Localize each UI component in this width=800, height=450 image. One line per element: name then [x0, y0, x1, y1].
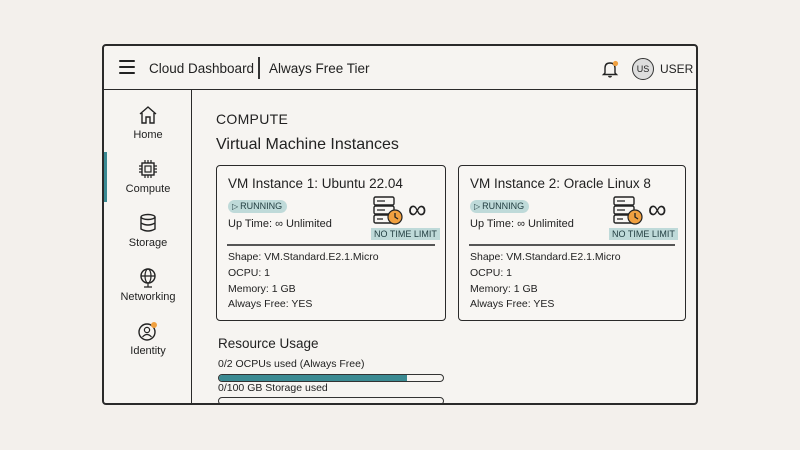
vm-shape: Shape: VM.Standard.E2.1.Micro	[470, 251, 621, 263]
time-limit-badge: NO TIME LIMIT	[609, 228, 678, 240]
server-clock-icon	[373, 196, 403, 225]
sidebar-item-label: Storage	[128, 237, 168, 249]
sidebar-item-home[interactable]: Home	[104, 104, 192, 154]
server-clock-icon	[613, 196, 643, 225]
user-badge-icon	[138, 322, 157, 341]
sidebar-item-label: Identity	[130, 345, 166, 357]
sidebar-item-label: Home	[133, 129, 163, 141]
ocpu-usage-label: 0/2 OCPUs used (Always Free)	[218, 358, 365, 370]
storage-usage-label: 0/100 GB Storage used	[218, 382, 328, 394]
ocpu-usage-bar	[218, 374, 444, 382]
database-icon	[140, 213, 156, 232]
vm-ocpu: OCPU: 1	[470, 267, 513, 279]
vm-instance-card[interactable]: VM Instance 1: Ubuntu 22.04 ▷ RUNNING Up …	[216, 165, 446, 321]
ocpu-usage-fill	[219, 375, 408, 381]
app-title: Cloud Dashboard	[149, 61, 255, 76]
vm-ocpu: OCPU: 1	[228, 267, 271, 279]
globe-icon	[140, 268, 156, 288]
infinity-icon: ∞	[408, 194, 427, 224]
vm-always-free: Always Free: YES	[228, 298, 313, 310]
vm-memory: Memory: 1 GB	[228, 283, 296, 295]
sidebar-item-networking[interactable]: Networking	[104, 266, 192, 316]
time-limit-badge: NO TIME LIMIT	[371, 228, 440, 240]
vm-name: VM Instance 2: Oracle Linux 8	[470, 176, 651, 191]
storage-usage-bar	[218, 397, 444, 403]
section-title: COMPUTE	[216, 111, 289, 127]
status-badge: ▷ RUNNING	[228, 200, 288, 213]
home-icon	[139, 106, 157, 124]
tier-label: Always Free Tier	[269, 61, 370, 76]
hamburger-menu-icon[interactable]	[119, 60, 135, 74]
uptime-text: Up Time: ∞ Unlimited	[228, 218, 332, 230]
sidebar-item-label: Networking	[120, 291, 176, 303]
vm-always-free: Always Free: YES	[470, 298, 555, 310]
top-bar: Cloud Dashboard Always Free Tier US USER	[104, 46, 696, 90]
cpu-chip-icon	[139, 160, 157, 178]
dashboard-window: Cloud Dashboard Always Free Tier US USER…	[102, 44, 698, 405]
main-content: COMPUTE Virtual Machine Instances VM Ins…	[192, 90, 696, 403]
card-divider	[469, 244, 675, 246]
user-label[interactable]: USER	[660, 62, 693, 76]
card-divider	[227, 244, 435, 246]
user-avatar[interactable]: US	[632, 58, 654, 80]
sidebar-item-compute[interactable]: Compute	[104, 158, 192, 208]
sidebar-item-storage[interactable]: Storage	[104, 212, 192, 262]
notification-bell-icon[interactable]	[600, 59, 620, 79]
resource-usage-title: Resource Usage	[218, 336, 319, 351]
sidebar-item-identity[interactable]: Identity	[104, 320, 192, 370]
title-divider	[258, 57, 260, 79]
sidebar: Home Compute Storage Networking Identity	[104, 90, 192, 403]
vm-instance-card[interactable]: VM Instance 2: Oracle Linux 8 ▷ RUNNING U…	[458, 165, 686, 321]
play-icon: ▷	[474, 202, 481, 211]
uptime-text: Up Time: ∞ Unlimited	[470, 218, 574, 230]
infinity-icon: ∞	[648, 194, 667, 224]
vm-shape: Shape: VM.Standard.E2.1.Micro	[228, 251, 379, 263]
vm-memory: Memory: 1 GB	[470, 283, 538, 295]
page-title: Virtual Machine Instances	[216, 136, 399, 153]
status-badge: ▷ RUNNING	[470, 200, 530, 213]
play-icon: ▷	[232, 202, 239, 211]
vm-name: VM Instance 1: Ubuntu 22.04	[228, 176, 403, 191]
sidebar-item-label: Compute	[125, 183, 171, 195]
